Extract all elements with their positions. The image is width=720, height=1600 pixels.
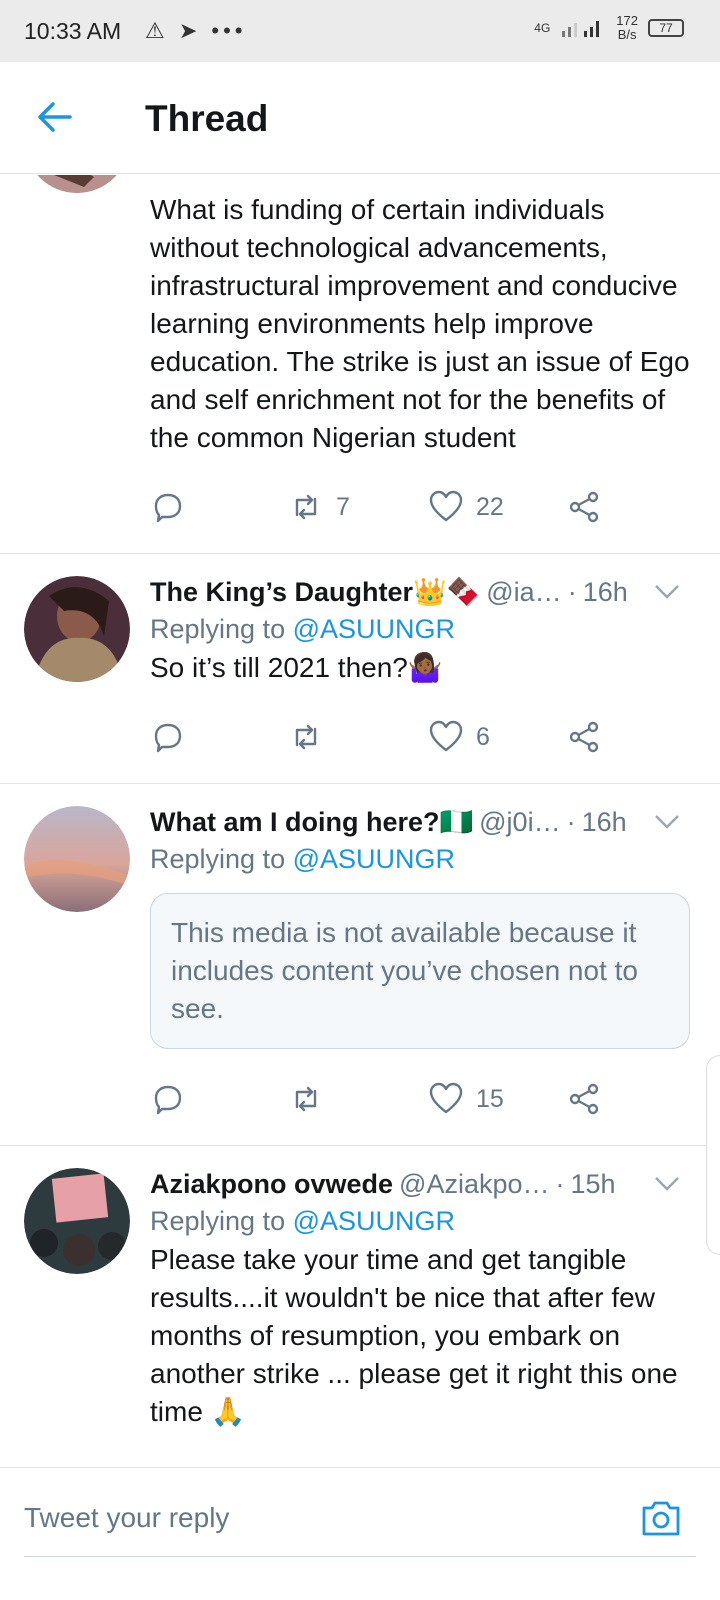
tweet-actions: 6 [150, 703, 690, 783]
tweet-meta: Aziakpono ovwede @Aziakpo… · 15h [150, 1166, 690, 1202]
chevron-down-icon[interactable] [654, 1176, 680, 1192]
avatar[interactable] [24, 175, 130, 193]
share-icon [569, 721, 599, 753]
tweet-text: Please take your time and get tangible r… [150, 1244, 678, 1427]
avatar[interactable] [24, 1168, 130, 1274]
network-speed: 172 B/s [616, 13, 638, 42]
share-icon [569, 491, 599, 523]
tweet-feed[interactable]: What is funding of certain individuals w… [0, 175, 720, 1500]
separator-dot: · [555, 1168, 565, 1199]
user-name[interactable]: What am I doing here?🇳🇬 [150, 806, 473, 838]
replying-to: Replying to @ASUUNGR [150, 1206, 690, 1237]
retweet-icon [295, 1086, 317, 1112]
replying-prefix: Replying to [150, 614, 286, 644]
tweet-actions: 15 [150, 1065, 690, 1145]
tweet-time: 16h [581, 806, 627, 837]
like-count: 15 [476, 1084, 504, 1113]
retweet-icon [295, 724, 317, 750]
user-handle[interactable]: @ia… [486, 577, 561, 608]
share-button[interactable] [566, 1081, 602, 1117]
mention-link[interactable]: @ASUUNGR [293, 1206, 455, 1236]
signal-icon [562, 21, 600, 37]
replying-prefix: Replying to [150, 844, 286, 874]
input-underline [24, 1556, 696, 1557]
like-count: 22 [476, 492, 504, 521]
avatar[interactable] [24, 806, 130, 912]
retweet-button[interactable]: 7 [288, 489, 350, 525]
tweet-text: What is funding of certain individuals w… [150, 194, 690, 453]
separator-dot: · [567, 576, 577, 607]
chevron-down-icon[interactable] [654, 584, 680, 600]
reply-button[interactable] [150, 1081, 186, 1117]
heart-icon [429, 720, 463, 752]
reply-icon [154, 493, 182, 523]
tweet-actions: 7 22 [150, 473, 690, 553]
heart-icon [429, 490, 463, 522]
reply-icon [154, 723, 182, 753]
notification-icons: ⚠ ➤ ••• [145, 18, 247, 43]
battery-icon: 77 [648, 19, 684, 37]
hidden-media-notice[interactable]: This media is not available because it i… [150, 893, 690, 1049]
mention-link[interactable]: @ASUUNGR [293, 844, 455, 874]
retweet-count: 7 [336, 492, 350, 521]
status-bar: 10:33 AM ⚠ ➤ ••• 4G 172 B/s 77 [0, 0, 720, 62]
status-time: 10:33 AM [24, 18, 122, 44]
tweet[interactable]: What is funding of certain individuals w… [0, 175, 720, 554]
reply-button[interactable] [150, 489, 186, 525]
chevron-down-icon[interactable] [654, 814, 680, 830]
reply-icon [154, 1085, 182, 1115]
avatar[interactable] [24, 576, 130, 682]
tweet[interactable]: Aziakpono ovwede @Aziakpo… · 15h Replyin… [0, 1146, 720, 1431]
user-handle[interactable]: @Aziakpo… [399, 1169, 549, 1200]
tweet[interactable]: The King’s Daughter👑🍫 @ia… · 16h Replyin… [0, 554, 720, 784]
tweet[interactable]: What am I doing here?🇳🇬 @j0i… · 16h Repl… [0, 784, 720, 1146]
retweet-button[interactable] [288, 719, 336, 755]
tweet-text: So it’s till 2021 then?🤷🏾‍♀️ [150, 652, 443, 683]
heart-icon [429, 1082, 463, 1114]
reply-input[interactable]: Tweet your reply [24, 1502, 229, 1534]
thread-header: Thread [0, 62, 720, 174]
back-button[interactable] [30, 92, 80, 142]
user-name[interactable]: The King’s Daughter👑🍫 [150, 576, 480, 608]
like-count: 6 [476, 722, 490, 751]
replying-to: Replying to @ASUUNGR [150, 844, 690, 875]
replying-prefix: Replying to [150, 1206, 286, 1236]
camera-icon[interactable] [640, 1498, 682, 1538]
like-button[interactable]: 6 [428, 719, 490, 755]
share-button[interactable] [566, 719, 602, 755]
retweet-button[interactable] [288, 1081, 336, 1117]
tweet-meta: The King’s Daughter👑🍫 @ia… · 16h [150, 574, 690, 610]
mention-link[interactable]: @ASUUNGR [293, 614, 455, 644]
page-title: Thread [145, 98, 269, 139]
like-button[interactable]: 22 [428, 489, 504, 525]
retweet-icon [295, 494, 317, 520]
share-icon [569, 1083, 599, 1115]
network-4g-icon: 4G [534, 21, 551, 35]
separator-dot: · [566, 806, 576, 837]
status-right: 4G 172 B/s 77 [534, 14, 684, 42]
like-button[interactable]: 15 [428, 1081, 504, 1117]
user-handle[interactable]: @j0i… [479, 807, 560, 838]
reply-composer: Tweet your reply [0, 1467, 720, 1600]
tweet-time: 16h [582, 576, 628, 607]
arrow-left-icon [38, 102, 72, 132]
share-button[interactable] [566, 489, 602, 525]
tweet-time: 15h [570, 1168, 616, 1199]
reply-button[interactable] [150, 719, 186, 755]
user-name[interactable]: Aziakpono ovwede [150, 1169, 393, 1200]
tweet-meta: What am I doing here?🇳🇬 @j0i… · 16h [150, 804, 690, 840]
replying-to: Replying to @ASUUNGR [150, 614, 690, 645]
edge-panel-handle[interactable] [706, 1055, 720, 1255]
